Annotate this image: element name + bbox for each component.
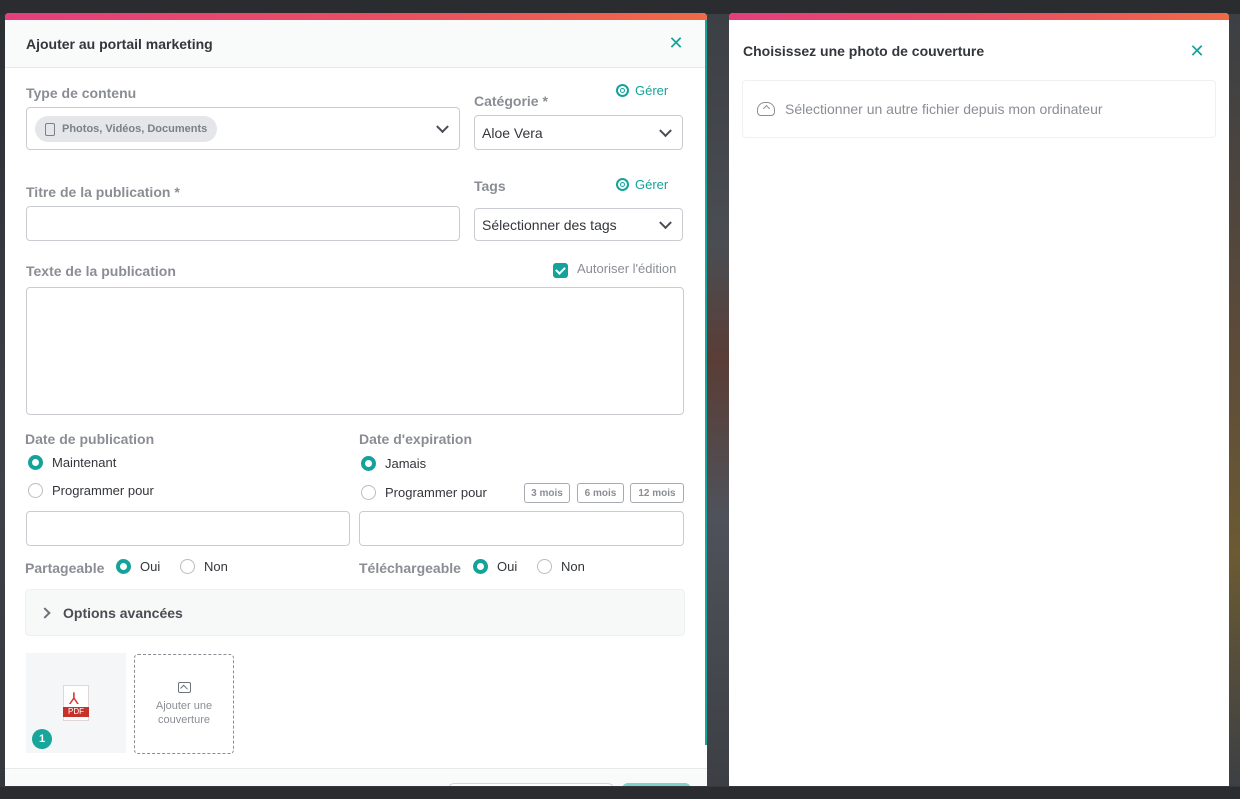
publish-now-label: Maintenant — [52, 455, 117, 470]
image-icon — [177, 681, 191, 693]
tags-placeholder: Sélectionner des tags — [482, 216, 617, 233]
file-thumbnail[interactable]: ⅄ PDF 1 — [26, 653, 126, 753]
radio-selected — [361, 456, 376, 471]
chevron-right-icon — [39, 606, 51, 619]
modal-top-accent-bar — [729, 13, 1229, 20]
expiry-6-months-button[interactable]: 6 mois — [577, 483, 624, 503]
expiry-never-radio[interactable]: Jamais — [361, 456, 426, 471]
post-text-label: Texte de la publication — [26, 263, 176, 279]
shareable-yes-label: Oui — [140, 559, 161, 574]
content-type-chip[interactable]: Photos, Vidéos, Documents — [35, 116, 218, 142]
category-value: Aloe Vera — [482, 124, 543, 141]
manage-categories-label: Gérer — [635, 83, 669, 98]
acrobat-icon: ⅄ — [69, 691, 79, 708]
backdrop-middle-gap — [707, 14, 729, 786]
add-cover-button[interactable]: Ajouter une couverture — [134, 654, 234, 754]
close-icon[interactable]: ✕ — [666, 33, 686, 54]
choose-cover-photo-modal: Choisissez une photo de couverture ✕ Sél… — [729, 13, 1229, 786]
publish-schedule-label: Programmer pour — [52, 483, 154, 498]
add-to-marketing-portal-modal: Ajouter au portail marketing ✕ Type de c… — [5, 13, 707, 786]
gear-icon — [616, 84, 629, 97]
publish-schedule-radio[interactable]: Programmer pour — [28, 483, 154, 498]
radio-selected — [473, 559, 488, 574]
post-title-input[interactable] — [26, 206, 460, 241]
expiry-date-label: Date d'expiration — [359, 431, 473, 447]
tags-select[interactable]: Sélectionner des tags — [474, 208, 683, 241]
content-type-chip-label: Photos, Vidéos, Documents — [62, 123, 208, 135]
cloud-upload-icon — [757, 102, 775, 116]
category-select[interactable]: Aloe Vera — [474, 115, 683, 150]
publish-date-input[interactable] — [26, 511, 350, 546]
shareable-label: Partageable — [25, 560, 105, 576]
downloadable-label: Téléchargeable — [359, 560, 461, 576]
modal-title: Ajouter au portail marketing — [26, 35, 213, 52]
publish-date-label: Date de publication — [25, 431, 155, 447]
backdrop-right-edge — [1228, 14, 1240, 786]
manage-tags-label: Gérer — [635, 177, 669, 192]
post-text-textarea[interactable] — [26, 287, 684, 415]
publish-now-radio[interactable]: Maintenant — [28, 455, 116, 470]
tags-label: Tags — [474, 178, 506, 194]
manage-categories-link[interactable]: Gérer — [616, 83, 668, 98]
modal-top-accent-bar — [5, 13, 707, 20]
downloadable-no-label: Non — [561, 559, 585, 574]
modal-scrollbar[interactable] — [705, 20, 707, 745]
expiry-12-months-button[interactable]: 12 mois — [630, 483, 684, 503]
shareable-no-label: Non — [204, 559, 228, 574]
expiry-date-input[interactable] — [359, 511, 684, 546]
advanced-options-toggle[interactable]: Options avancées — [25, 589, 685, 636]
modal-title: Choisissez une photo de couverture — [743, 43, 985, 59]
post-title-label: Titre de la publication * — [26, 184, 180, 200]
radio-unselected — [361, 485, 376, 500]
chevron-down-icon — [659, 215, 672, 229]
file-count-badge: 1 — [32, 729, 52, 749]
downloadable-yes-radio[interactable]: Oui — [473, 559, 517, 574]
allow-edit-label: Autoriser l'édition — [577, 261, 677, 276]
content-type-select[interactable]: Photos, Vidéos, Documents — [26, 107, 460, 150]
pdf-file-icon: ⅄ PDF — [63, 685, 89, 721]
pdf-icon-label: PDF — [63, 707, 89, 717]
upload-from-computer-label: Sélectionner un autre fichier depuis mon… — [785, 101, 1103, 117]
category-label: Catégorie * — [474, 93, 548, 109]
chevron-down-icon — [659, 123, 672, 137]
radio-unselected — [537, 559, 552, 574]
close-icon[interactable]: ✕ — [1187, 41, 1207, 61]
content-type-label: Type de contenu — [26, 85, 137, 101]
add-cover-label: Ajouter une couverture — [155, 699, 213, 726]
gear-icon — [616, 178, 629, 191]
modal-footer — [5, 768, 707, 786]
downloadable-yes-label: Oui — [497, 559, 518, 574]
downloadable-no-radio[interactable]: Non — [537, 559, 585, 574]
radio-unselected — [180, 559, 195, 574]
radio-selected — [116, 559, 131, 574]
shareable-yes-radio[interactable]: Oui — [116, 559, 160, 574]
shareable-no-radio[interactable]: Non — [180, 559, 228, 574]
radio-selected — [28, 455, 43, 470]
chevron-down-icon — [436, 119, 449, 133]
radio-unselected — [28, 483, 43, 498]
expiry-schedule-radio[interactable]: Programmer pour — [361, 485, 487, 500]
advanced-options-label: Options avancées — [63, 604, 183, 621]
manage-tags-link[interactable]: Gérer — [616, 177, 668, 192]
modal-header: Ajouter au portail marketing ✕ — [5, 20, 707, 68]
document-icon — [45, 122, 55, 136]
expiry-schedule-label: Programmer pour — [385, 485, 487, 500]
expiry-never-label: Jamais — [385, 456, 427, 471]
expiry-3-months-button[interactable]: 3 mois — [524, 483, 570, 503]
submit-button[interactable] — [622, 783, 691, 786]
cancel-button[interactable] — [448, 783, 614, 786]
upload-from-computer-button[interactable]: Sélectionner un autre fichier depuis mon… — [742, 80, 1216, 138]
backdrop-top-strip — [0, 0, 1240, 14]
allow-edit-checkbox[interactable] — [553, 263, 568, 278]
backdrop-bottom-strip — [0, 787, 1240, 799]
